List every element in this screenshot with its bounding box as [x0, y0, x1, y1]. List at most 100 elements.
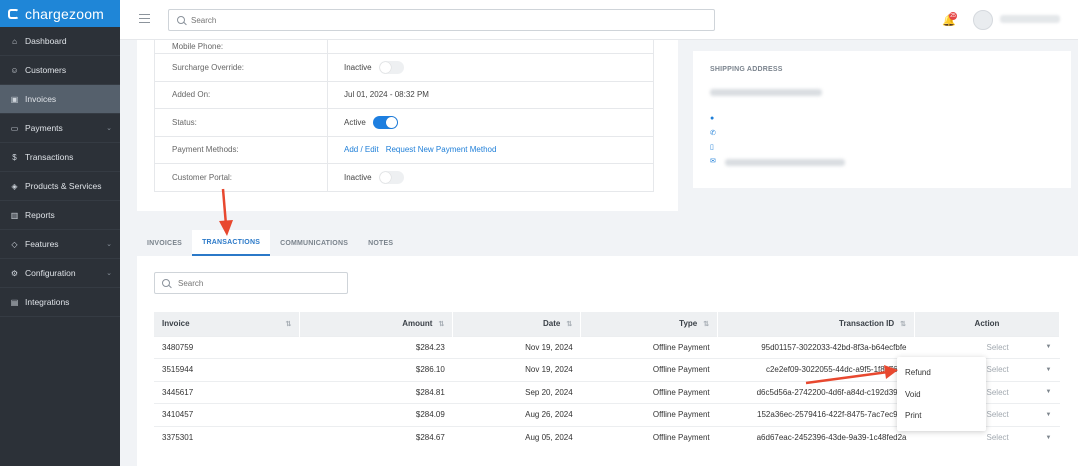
sidebar-item-dashboard[interactable]: ⌂ Dashboard	[0, 27, 120, 56]
invoice-link[interactable]: 3375301	[154, 425, 300, 449]
invoice-link[interactable]: 3515944	[154, 358, 300, 381]
sidebar-item-invoices[interactable]: ▣ Invoices	[0, 85, 120, 114]
transactions-search-input[interactable]	[178, 278, 338, 288]
menu-toggle-icon[interactable]	[139, 14, 150, 26]
menu-item-void[interactable]: Void	[897, 384, 986, 406]
transaction-id-cell: d6c5d56a-2742200-4d6f-a84d-c192d391d	[717, 380, 915, 404]
sidebar-item-transactions[interactable]: $ Transactions	[0, 143, 120, 172]
date-cell: Aug 05, 2024	[452, 425, 581, 449]
info-row-status: Status: Active	[155, 108, 653, 136]
sort-icon: ⇅	[285, 320, 292, 328]
column-header-transaction-id[interactable]: Transaction ID ⇅	[717, 312, 915, 336]
surcharge-override-toggle[interactable]	[378, 60, 404, 74]
info-label: Payment Methods:	[155, 136, 328, 163]
action-select-label: Select	[986, 387, 1009, 397]
sidebar-item-reports[interactable]: ▥ Reports	[0, 201, 120, 230]
caret-down-icon: ▼	[1045, 366, 1052, 373]
sidebar-item-configuration[interactable]: ⚙ Configuration ⌄	[0, 259, 120, 288]
transactions-search[interactable]	[154, 272, 348, 294]
action-select-label: Select	[986, 410, 1009, 420]
sort-icon: ⇅	[900, 320, 906, 328]
column-header-label: Invoice	[162, 319, 190, 329]
column-header-label: Date	[543, 319, 561, 329]
info-row-customer-portal: Customer Portal: Inactive	[155, 163, 653, 191]
transaction-id-cell: a6d67eac-2452396-43de-9a39-1c48fed2a	[717, 425, 915, 449]
box-icon: ◈	[11, 181, 18, 191]
caret-down-icon: ▼	[1045, 411, 1052, 418]
sort-icon: ⇅	[566, 320, 573, 328]
chargezoom-logo-icon	[8, 8, 19, 19]
plug-icon: ▤	[10, 297, 19, 307]
tab-transactions[interactable]: TRANSACTIONS	[192, 230, 271, 256]
type-cell: Offline Payment	[580, 358, 718, 381]
sidebar-item-features[interactable]: ◇ Features ⌄	[0, 230, 120, 259]
chevron-down-icon: ⌄	[106, 241, 112, 248]
menu-item-print[interactable]: Print	[897, 405, 986, 427]
sidebar-item-label: Customers	[25, 65, 67, 75]
sidebar-item-payments[interactable]: ▭ Payments ⌄	[0, 114, 120, 143]
users-icon: ☺	[10, 65, 19, 75]
action-dropdown-menu: Refund Void Print	[897, 357, 986, 431]
amount-link[interactable]: $286.10	[299, 358, 453, 381]
user-name-redacted[interactable]	[1000, 15, 1060, 23]
invoice-icon: ▣	[10, 94, 19, 104]
date-cell: Nov 19, 2024	[452, 358, 581, 381]
invoice-link[interactable]: 3445617	[154, 380, 300, 404]
column-header-label: Transaction ID	[839, 319, 895, 329]
sidebar-item-customers[interactable]: ☺ Customers	[0, 56, 120, 85]
column-header-amount[interactable]: Amount ⇅	[299, 312, 454, 336]
sidebar-item-label: Features	[25, 239, 59, 249]
column-header-label: Action	[974, 319, 1000, 329]
amount-link[interactable]: $284.67	[299, 425, 453, 449]
caret-down-icon: ▼	[1045, 434, 1052, 441]
dashboard-icon: ⌂	[12, 36, 17, 46]
request-payment-method-link[interactable]: Request New Payment Method	[386, 145, 497, 154]
tab-communications[interactable]: COMMUNICATIONS	[270, 230, 358, 256]
amount-link[interactable]: $284.81	[299, 380, 453, 404]
status-toggle[interactable]	[372, 115, 398, 129]
bar-chart-icon: ▥	[10, 210, 19, 220]
menu-item-refund[interactable]: Refund	[897, 362, 986, 384]
action-select-label: Select	[986, 342, 1009, 352]
customer-info-table: Mobile Phone: Surcharge Override: Inacti…	[154, 40, 654, 192]
info-label: Surcharge Override:	[155, 54, 328, 81]
global-search[interactable]	[168, 9, 715, 31]
brand-logo[interactable]: chargezoom	[0, 0, 120, 27]
info-row-mobile-phone: Mobile Phone:	[155, 40, 653, 53]
sidebar-item-label: Integrations	[25, 297, 70, 307]
top-bar: 🔔 25	[120, 0, 1078, 40]
surcharge-status-text: Inactive	[344, 62, 372, 72]
info-row-added-on: Added On: Jul 01, 2024 - 08:32 PM	[155, 80, 653, 108]
date-cell: Sep 20, 2024	[452, 380, 581, 404]
add-edit-payment-link[interactable]: Add / Edit	[344, 145, 379, 154]
column-header-date[interactable]: Date ⇅	[452, 312, 582, 336]
column-header-invoice[interactable]: Invoice ⇅	[154, 312, 301, 336]
info-value: Add / Edit Request New Payment Method	[328, 145, 496, 154]
shipping-address-card: SHIPPING ADDRESS ● ✆ ▯ ✉	[693, 51, 1071, 188]
column-header-type[interactable]: Type ⇅	[580, 312, 719, 336]
table-row: 3480759 $284.23 Nov 19, 2024 Offline Pay…	[154, 335, 1060, 359]
chevron-down-icon: ⌄	[106, 125, 112, 132]
amount-link[interactable]: $284.23	[299, 335, 453, 359]
column-header-label: Amount	[402, 319, 433, 329]
action-select-label: Select	[986, 433, 1009, 442]
mobile-icon: ▯	[710, 144, 714, 151]
action-select[interactable]: Select ▼	[914, 335, 1060, 359]
sidebar-item-integrations[interactable]: ▤ Integrations	[0, 288, 120, 317]
added-on-value: Jul 01, 2024 - 08:32 PM	[344, 90, 429, 100]
card-icon: ▭	[10, 123, 19, 133]
customer-portal-toggle[interactable]	[378, 170, 404, 184]
transaction-id-cell: 152a36ec-2579416-422f-8475-7ac7ec922	[717, 403, 915, 426]
tab-notes[interactable]: NOTES	[358, 230, 403, 256]
avatar[interactable]	[973, 10, 993, 30]
info-label: Status:	[155, 109, 328, 136]
global-search-input[interactable]	[191, 15, 691, 25]
address-redacted	[710, 89, 822, 96]
invoice-link[interactable]: 3410457	[154, 403, 300, 426]
customer-info-card: Mobile Phone: Surcharge Override: Inacti…	[137, 40, 678, 211]
sidebar-item-products-services[interactable]: ◈ Products & Services	[0, 172, 120, 201]
amount-link[interactable]: $284.09	[299, 403, 453, 426]
email-redacted	[725, 159, 845, 166]
tab-invoices[interactable]: INVOICES	[137, 230, 192, 256]
invoice-link[interactable]: 3480759	[154, 335, 300, 359]
